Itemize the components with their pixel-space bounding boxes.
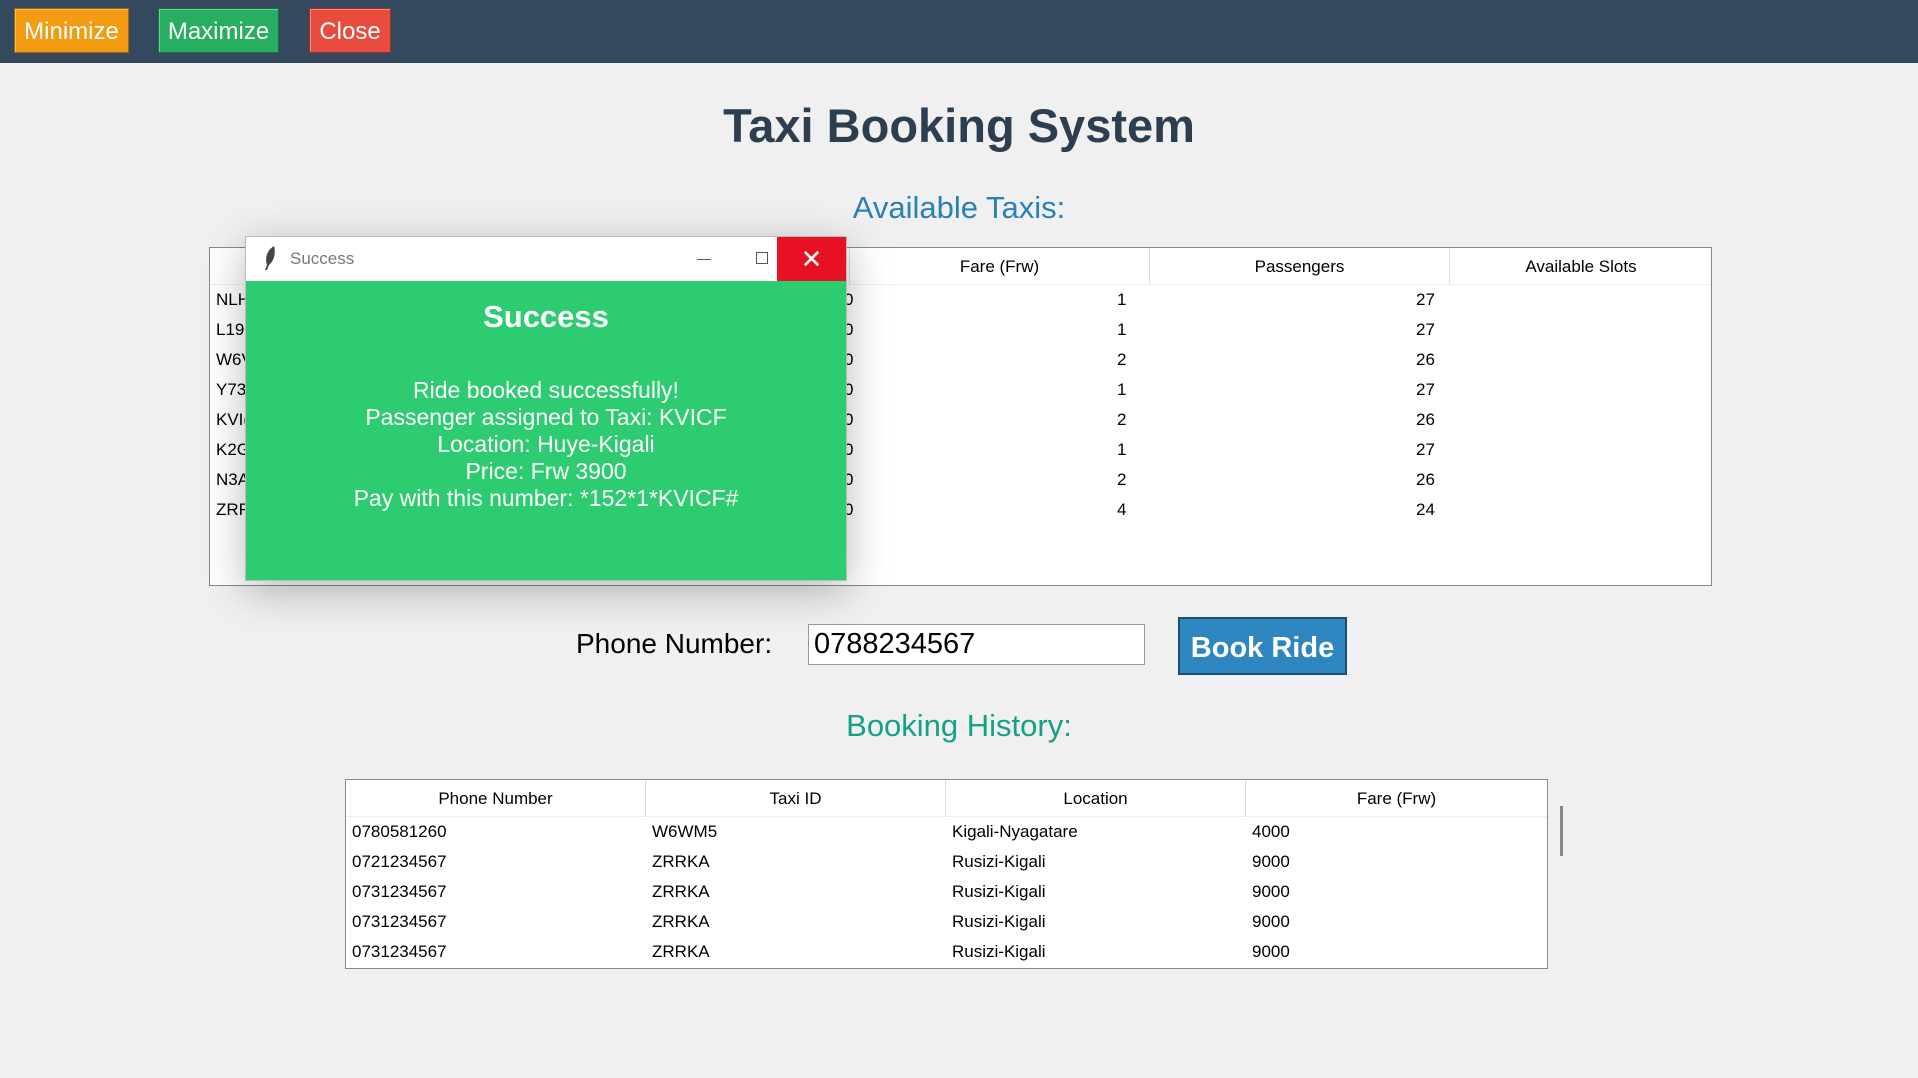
phone-cell: 0780581260 <box>352 822 447 841</box>
dialog-message-line: Price: Frw 3900 <box>465 458 627 484</box>
phone-number-input[interactable]: 0788234567 <box>808 624 1145 665</box>
taxi-id-cell: Y73 <box>216 380 247 399</box>
passengers-cell: 1 <box>1117 320 1127 339</box>
top-toolbar: Minimize Maximize Close <box>0 0 1918 63</box>
column-header-fare[interactable]: Fare (Frw) <box>1246 780 1547 817</box>
dialog-heading: Success <box>483 299 609 334</box>
slots-cell: 27 <box>1416 290 1435 309</box>
slots-cell: 26 <box>1416 410 1435 429</box>
slots-cell: 27 <box>1416 440 1435 459</box>
passengers-cell: 4 <box>1117 500 1127 519</box>
passengers-cell: 1 <box>1117 380 1127 399</box>
available-taxis-heading: Available Taxis: <box>852 190 1066 225</box>
fare-cell: 9000 <box>1252 942 1290 961</box>
dialog-message-line: Pay with this number: *152*1*KVICF# <box>353 485 739 511</box>
history-scrollbar[interactable] <box>1560 806 1563 856</box>
location-cell: Kigali-Nyagatare <box>952 822 1078 841</box>
dialog-minimize-icon[interactable] <box>673 237 733 281</box>
passengers-cell: 2 <box>1117 470 1127 489</box>
dialog-titlebar[interactable]: Success ✕ <box>246 237 846 281</box>
column-header-location[interactable]: Location <box>946 780 1246 817</box>
fare-cell: 4000 <box>1252 822 1290 841</box>
passengers-cell: 1 <box>1117 290 1127 309</box>
feather-icon <box>265 246 275 270</box>
location-cell: Rusizi-Kigali <box>952 912 1046 931</box>
maximize-button[interactable]: Maximize <box>158 8 279 53</box>
phone-number-label: Phone Number: <box>576 628 773 659</box>
fare-cell: 9000 <box>1252 912 1290 931</box>
success-dialog[interactable]: Success ✕ Success Ride booked successful… <box>245 236 847 581</box>
slots-cell: 24 <box>1416 500 1435 519</box>
dialog-message-line: Location: Huye-Kigali <box>437 431 655 457</box>
phone-cell: 0721234567 <box>352 852 447 871</box>
dialog-window-title: Success <box>290 249 355 268</box>
phone-cell: 0731234567 <box>352 912 447 931</box>
column-header-phone-number[interactable]: Phone Number <box>346 780 646 817</box>
taxi-id-cell: ZRRKA <box>652 852 710 871</box>
phone-cell: 0731234567 <box>352 942 447 961</box>
phone-cell: 0731234567 <box>352 882 447 901</box>
dialog-message-line: Ride booked successfully! <box>413 377 679 403</box>
taxi-id-cell: W6WM5 <box>652 822 718 841</box>
taxi-id-cell: ZRRKA <box>652 942 710 961</box>
passengers-cell: 2 <box>1117 410 1127 429</box>
dialog-message: Ride booked successfully! Passenger assi… <box>246 377 846 512</box>
dialog-message-line: Passenger assigned to Taxi: KVICF <box>365 404 727 430</box>
dialog-close-icon[interactable]: ✕ <box>777 237 846 281</box>
slots-cell: 27 <box>1416 320 1435 339</box>
minimize-button[interactable]: Minimize <box>14 8 129 53</box>
close-button[interactable]: Close <box>309 8 391 53</box>
slots-cell: 27 <box>1416 380 1435 399</box>
booking-history-table[interactable]: Phone Number Taxi ID Location Fare (Frw)… <box>345 779 1548 969</box>
booking-history-heading: Booking History: <box>846 708 1072 743</box>
column-header-taxi-id[interactable]: Taxi ID <box>646 780 946 817</box>
location-cell: Rusizi-Kigali <box>952 882 1046 901</box>
location-cell: Rusizi-Kigali <box>952 852 1046 871</box>
passengers-cell: 2 <box>1117 350 1127 369</box>
page-title: Taxi Booking System <box>723 99 1195 152</box>
taxi-id-cell: ZRRKA <box>652 912 710 931</box>
column-header-fare[interactable]: Fare (Frw) <box>850 248 1150 285</box>
slots-cell: 26 <box>1416 350 1435 369</box>
fare-cell: 9000 <box>1252 852 1290 871</box>
location-cell: Rusizi-Kigali <box>952 942 1046 961</box>
book-ride-button[interactable]: Book Ride <box>1178 617 1347 675</box>
fare-cell: 9000 <box>1252 882 1290 901</box>
slots-cell: 26 <box>1416 470 1435 489</box>
taxi-id-cell: ZRRKA <box>652 882 710 901</box>
column-header-passengers[interactable]: Passengers <box>1150 248 1450 285</box>
passengers-cell: 1 <box>1117 440 1127 459</box>
column-header-available-slots[interactable]: Available Slots <box>1450 248 1711 285</box>
